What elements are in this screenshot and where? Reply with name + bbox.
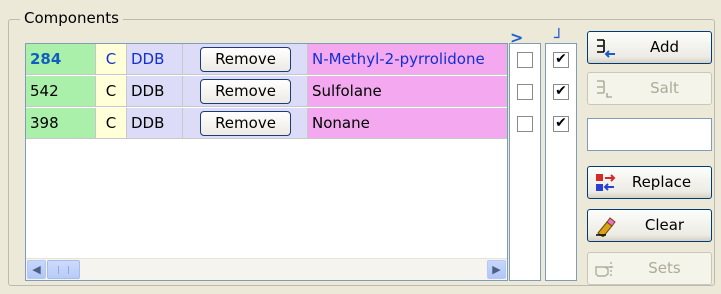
scroll-right-button[interactable]: ▶ [487,260,506,279]
checkbox-row3-col1[interactable] [517,116,533,132]
replace-button[interactable]: Replace [587,166,712,199]
salt-icon [597,80,612,98]
remove-button[interactable]: Remove [200,47,291,72]
component-name[interactable]: N-Methyl-2-pyrrolidone [308,44,507,75]
remove-button[interactable]: Remove [200,111,291,136]
remove-cell: Remove [183,108,308,139]
side-text-field[interactable] [587,118,712,151]
add-button[interactable]: Add [587,31,712,64]
component-db[interactable]: DDB [127,44,183,75]
sets-label: Sets [648,259,681,277]
salt-label: Salt [650,79,679,97]
checkbox-row3-col2[interactable]: ✔ [553,116,569,132]
components-grid[interactable]: 284 C DDB Remove N-Methyl-2-pyrrolidone … [25,43,508,281]
checkbox-row1-col1[interactable] [517,52,533,68]
eraser-icon [596,217,616,237]
remove-cell: Remove [183,44,308,75]
remove-cell: Remove [183,76,308,107]
replace-label: Replace [631,173,692,191]
scroll-left-button[interactable]: ◀ [27,260,46,279]
remove-button[interactable]: Remove [200,79,291,104]
clear-button[interactable]: Clear [587,209,712,242]
add-label: Add [649,38,680,56]
component-type[interactable]: C [96,76,127,107]
salt-button[interactable]: Salt [587,72,712,105]
table-row[interactable]: 284 C DDB Remove N-Methyl-2-pyrrolidone [26,44,507,76]
component-type[interactable]: C [96,108,127,139]
checkbox-row2-col1[interactable] [517,84,533,100]
component-db[interactable]: DDB [127,108,183,139]
checkbox-row2-col2[interactable]: ✔ [553,84,569,100]
clear-label: Clear [644,216,685,234]
replace-arrows-icon [596,174,616,191]
check-column-2: ✔ ✔ ✔ [545,43,577,281]
component-db[interactable]: DDB [127,76,183,107]
table-row[interactable]: 542 C DDB Remove Sulfolane [26,76,507,108]
sets-button[interactable]: Sets [587,252,712,285]
horizontal-scrollbar[interactable]: ◀ ▶ [26,258,507,280]
component-id[interactable]: 398 [26,108,96,139]
component-id[interactable]: 542 [26,76,96,107]
group-title: Components [20,9,123,27]
hand-pointer-icon [595,262,613,277]
component-name[interactable]: Nonane [308,108,507,139]
checkbox-row1-col2[interactable]: ✔ [553,52,569,68]
check-column-1 [509,43,541,281]
scroll-thumb[interactable] [47,260,80,279]
table-row[interactable]: 398 C DDB Remove Nonane [26,108,507,140]
component-name[interactable]: Sulfolane [308,76,507,107]
component-id[interactable]: 284 [26,44,96,75]
component-type[interactable]: C [96,44,127,75]
add-arrow-icon [597,39,615,58]
